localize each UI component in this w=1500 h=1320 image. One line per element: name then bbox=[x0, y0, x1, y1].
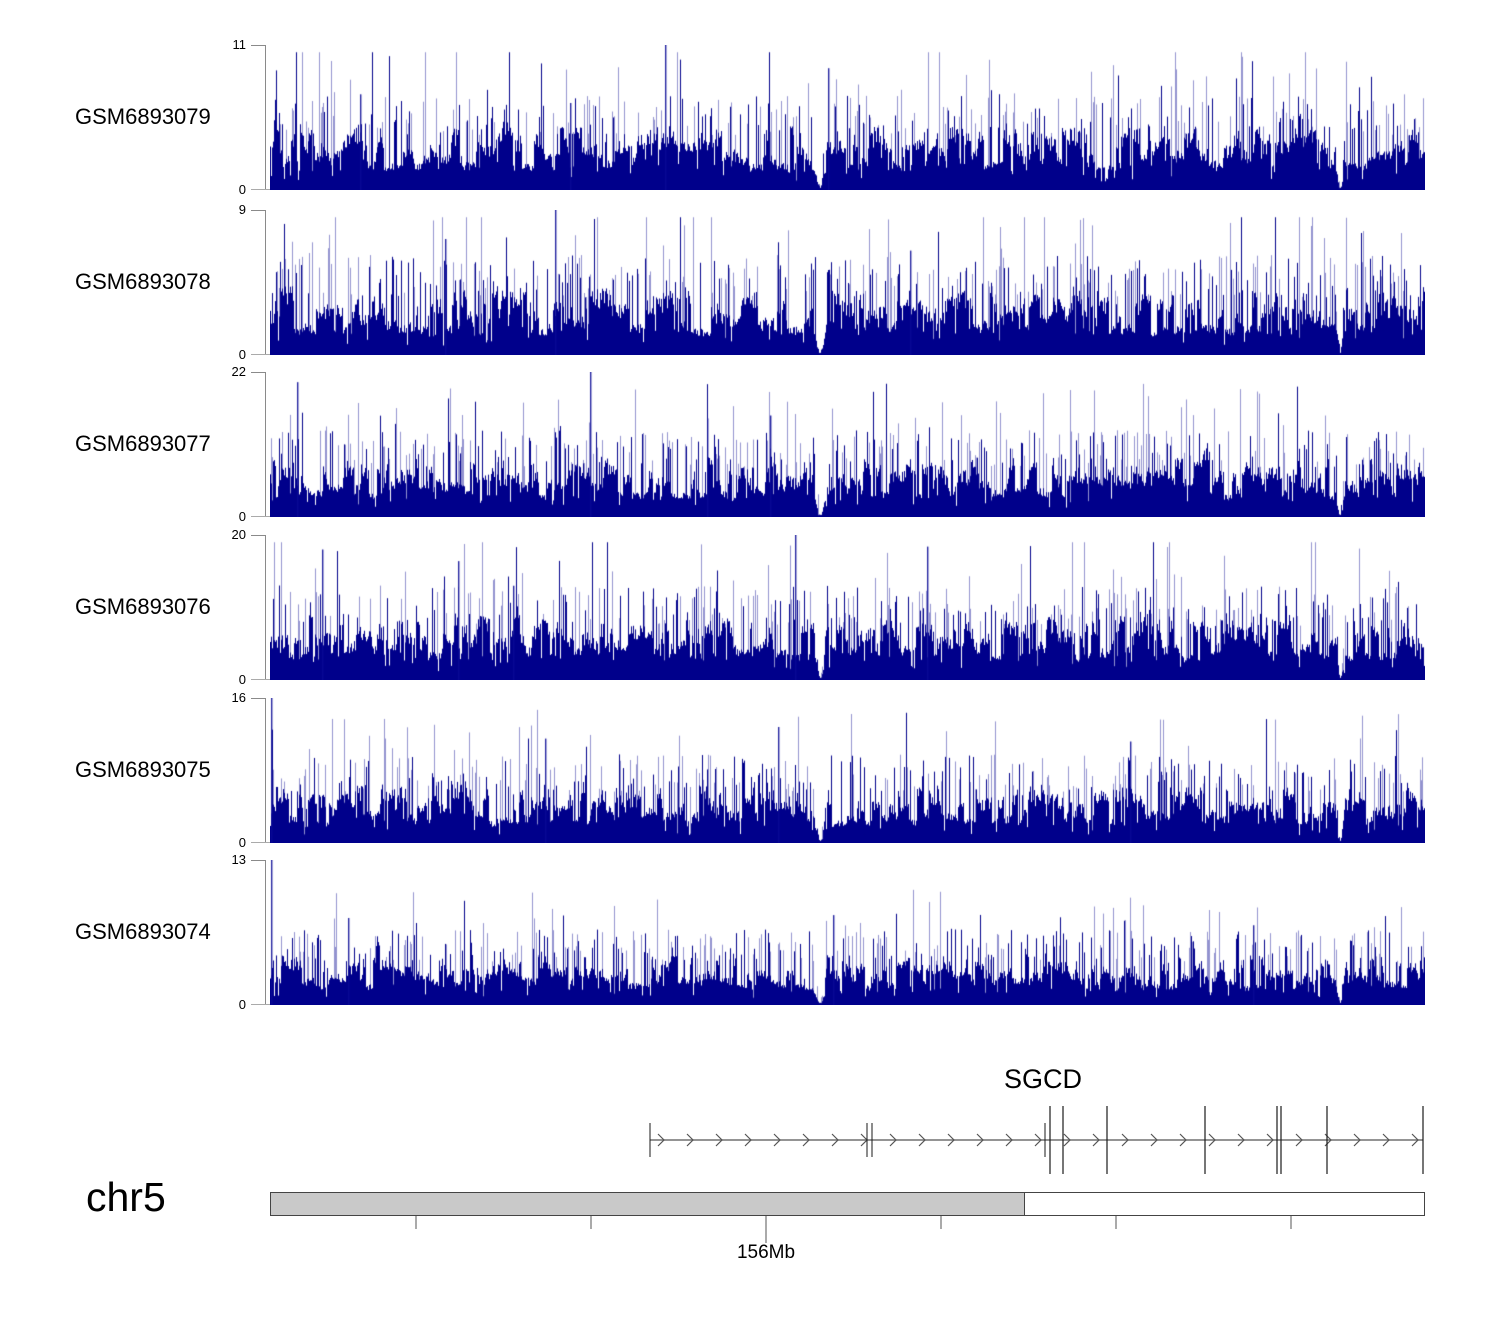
y-axis-max-label: 20 bbox=[231, 527, 246, 542]
gene-model-track bbox=[649, 1106, 1424, 1174]
y-axis-max-label: 11 bbox=[232, 37, 247, 52]
coverage-bars-canvas bbox=[270, 860, 1425, 1005]
y-axis-zero-label: 0 bbox=[238, 509, 246, 524]
y-axis-tick bbox=[251, 210, 266, 211]
y-axis-zero-label: 0 bbox=[238, 672, 246, 687]
y-axis-zero-label: 0 bbox=[238, 182, 246, 197]
track-name-label: GSM6893074 bbox=[75, 919, 211, 944]
coverage-bars-canvas bbox=[270, 535, 1425, 680]
y-axis-zero-label: 0 bbox=[238, 835, 246, 850]
coverage-figure: GSM6893079 11 0 GSM6893078 9 0 GSM689307… bbox=[0, 0, 1500, 1320]
y-axis-zero-label: 0 bbox=[238, 347, 246, 362]
y-axis-tick bbox=[251, 372, 266, 373]
y-axis-zero-label: 0 bbox=[238, 997, 246, 1012]
y-axis-line bbox=[265, 210, 266, 355]
y-axis-max-label: 16 bbox=[231, 690, 246, 705]
chromosome-label: chr5 bbox=[86, 1174, 166, 1220]
coverage-track-row: GSM6893077 22 0 bbox=[0, 365, 1500, 524]
coverage-track-row: GSM6893075 16 0 bbox=[0, 691, 1500, 850]
coverage-bars-canvas bbox=[270, 210, 1425, 355]
y-axis-line bbox=[265, 860, 266, 1005]
coverage-bars-canvas bbox=[270, 45, 1425, 190]
coverage-bars-canvas bbox=[270, 372, 1425, 517]
y-axis-line bbox=[265, 698, 266, 843]
coverage-track-row: GSM6893078 9 0 bbox=[0, 203, 1500, 362]
chromosome-ideogram bbox=[270, 1192, 1425, 1243]
y-axis-tick bbox=[251, 45, 266, 46]
track-name-label: GSM6893079 bbox=[75, 104, 211, 129]
coverage-bars-canvas bbox=[270, 698, 1425, 843]
y-axis-tick bbox=[251, 535, 266, 536]
track-name-label: GSM6893076 bbox=[75, 594, 211, 619]
y-axis-line bbox=[265, 45, 266, 190]
coverage-track-row: GSM6893076 20 0 bbox=[0, 528, 1500, 687]
y-axis-tick bbox=[251, 860, 266, 861]
coverage-track-row: GSM6893079 11 0 bbox=[0, 38, 1500, 197]
track-name-label: GSM6893075 bbox=[75, 757, 211, 782]
position-tick-label: 156Mb bbox=[736, 1242, 796, 1263]
y-axis-line bbox=[265, 372, 266, 517]
y-axis-max-label: 9 bbox=[238, 202, 246, 217]
ideogram-highlight-region bbox=[270, 1192, 1025, 1216]
coverage-track-row: GSM6893074 13 0 bbox=[0, 853, 1500, 1012]
y-axis-max-label: 22 bbox=[231, 364, 246, 379]
track-name-label: GSM6893078 bbox=[75, 269, 211, 294]
y-axis-tick bbox=[251, 698, 266, 699]
y-axis-line bbox=[265, 535, 266, 680]
y-axis-max-label: 13 bbox=[231, 852, 246, 867]
track-name-label: GSM6893077 bbox=[75, 431, 211, 456]
